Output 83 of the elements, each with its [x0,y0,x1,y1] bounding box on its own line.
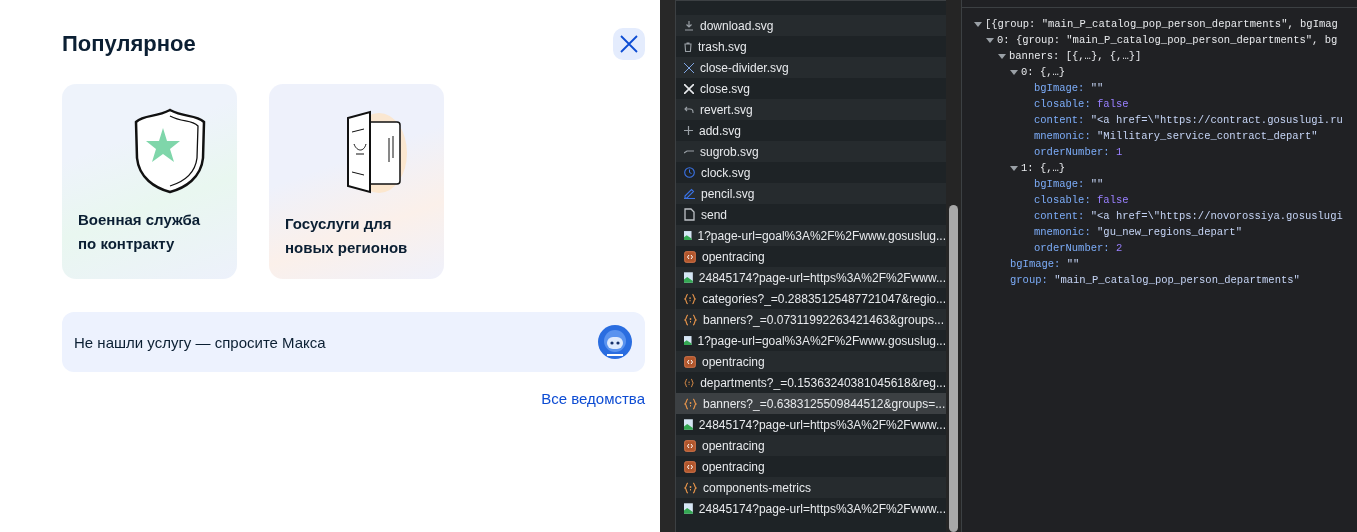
all-departments-link[interactable]: Все ведомства [541,390,645,407]
service-card[interactable]: Госуслуги для новых регионов [269,84,444,279]
script-icon [684,460,696,473]
request-row[interactable]: banners?_=0.07311992263421463&groups... [676,309,946,330]
request-row[interactable]: opentracing [676,246,946,267]
card-title: Госуслуги для новых регионов [285,214,409,258]
property-line: content: "<a href=\"https://contract.gosuslugi.ru [1033,113,1344,128]
request-row[interactable]: close-divider.svg [676,57,946,78]
request-row[interactable]: pencil.svg [676,183,946,204]
property-line: bgImage: "" [1033,177,1105,192]
expand-triangle-icon[interactable] [986,36,994,44]
braces-icon [684,376,695,389]
expand-triangle-icon[interactable] [998,52,1006,60]
prompt-text: Не нашли услугу — спросите Макса [74,333,326,351]
close-icon [684,83,694,94]
shield-star-icon [133,108,207,194]
request-row[interactable]: download.svg [676,15,946,36]
property-line: orderNumber: 1 [1033,145,1124,160]
request-row[interactable]: categories?_=0.28835125487721047&regio... [676,288,946,309]
tree-node-label: banners: [{,…}, {,…}] [1009,49,1142,64]
braces-icon [684,397,697,410]
tree-node-label: 0: {,…} [1021,65,1066,80]
property-line: mnemonic: "Millitary_service_contract_depart" [1033,129,1319,144]
property-line: group: "main_P_catalog_pop_person_departments" [1009,273,1301,288]
download-icon [684,20,694,31]
braces-icon [684,481,697,494]
image-icon [684,271,693,284]
clock-icon [684,167,695,178]
request-row[interactable]: send [676,204,946,225]
property-line: closable: false [1033,193,1130,208]
section-title: Популярное [62,31,196,57]
tree-node-label: 0: {group: "main_P_catalog_pop_person_departments", bg [997,33,1338,48]
card-title: Военная служба по контракту [78,210,202,254]
expand-triangle-icon[interactable] [1010,164,1018,172]
request-row[interactable]: 24845174?page-url=https%3A%2F%2Fwww... [676,414,946,435]
close-icon [620,35,638,53]
request-row[interactable]: close.svg [676,78,946,99]
undo-arrow-icon [684,105,694,114]
expand-triangle-icon[interactable] [974,20,982,28]
script-icon [684,439,696,452]
request-row[interactable]: opentracing [676,351,946,372]
script-icon [684,250,696,263]
close-icon [684,62,694,73]
trash-icon [684,41,692,52]
tree-node-label: 1: {,…} [1021,161,1066,176]
request-row[interactable]: 24845174?page-url=https%3A%2F%2Fwww... [676,267,946,288]
request-row[interactable]: 1?page-url=goal%3A%2F%2Fwww.gosuslug... [676,225,946,246]
assistant-prompt-bar[interactable]: Не нашли услугу — спросите Макса [62,312,645,372]
request-row[interactable]: 1?page-url=goal%3A%2F%2Fwww.gosuslug... [676,330,946,351]
expand-triangle-icon[interactable] [1010,68,1018,76]
service-card[interactable]: Военная служба по контракту [62,84,237,279]
image-icon [684,502,693,515]
request-row[interactable]: sugrob.svg [676,141,946,162]
document-icon [684,208,695,221]
dash-icon [684,149,694,154]
close-button[interactable] [613,28,645,60]
request-row[interactable]: departments?_=0.15363240381045618&reg... [676,372,946,393]
property-line: content: "<a href=\"https://novorossiya.gosuslugi [1033,209,1344,224]
property-line: mnemonic: "gu_new_regions_depart" [1033,225,1243,240]
request-row[interactable]: opentracing [676,456,946,477]
request-row[interactable]: add.svg [676,120,946,141]
robot-avatar-icon [597,324,633,360]
request-row[interactable]: banners?_=0.6383125509844512&groups=... [676,393,946,414]
request-row[interactable]: clock.svg [676,162,946,183]
image-icon [684,418,693,431]
tree-node-label: [{group: "main_P_catalog_pop_person_departments", bgImag [985,17,1338,32]
braces-icon [684,292,697,305]
request-row[interactable]: revert.svg [676,99,946,120]
scrollbar-thumb[interactable] [949,205,958,532]
request-row[interactable]: opentracing [676,435,946,456]
request-row[interactable]: components-metrics [676,477,946,498]
braces-icon [684,313,697,326]
property-line: closable: false [1033,97,1130,112]
property-line: bgImage: "" [1033,81,1105,96]
plus-icon [684,126,693,135]
request-row[interactable]: trash.svg [676,36,946,57]
image-icon [684,229,692,242]
request-row[interactable]: 24845174?page-url=https%3A%2F%2Fwww... [676,498,946,519]
pencil-icon [684,188,695,199]
script-icon [684,355,696,368]
property-line: orderNumber: 2 [1033,241,1124,256]
property-line: bgImage: "" [1009,257,1081,272]
image-icon [684,334,692,347]
